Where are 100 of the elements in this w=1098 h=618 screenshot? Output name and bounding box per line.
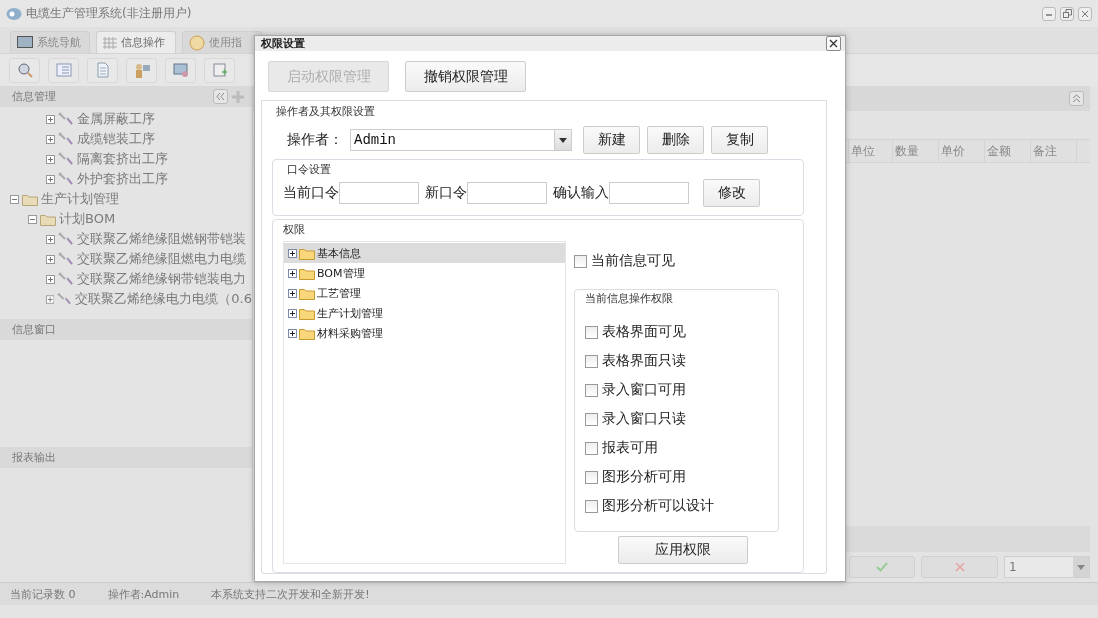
permission-checkbox[interactable]: 报表可用 [585, 438, 778, 458]
close-icon [954, 562, 965, 572]
list-icon [55, 62, 72, 78]
collapse-button[interactable] [213, 89, 228, 104]
tree-item[interactable]: 材料采购管理 [284, 323, 565, 343]
tree-item[interactable]: 工艺管理 [284, 283, 565, 303]
modify-button[interactable]: 修改 [703, 179, 760, 207]
tree-item[interactable]: 交联聚乙烯绝缘电力电缆（0.6 [75, 290, 252, 308]
wrench-icon [58, 132, 74, 146]
restore-icon [1062, 9, 1072, 18]
tree-item[interactable]: 隔离套挤出工序 [77, 150, 168, 168]
panel-title: 信息窗口 [12, 322, 57, 337]
form-icon [211, 62, 228, 78]
tree-item[interactable]: 交联聚乙烯绝缘阻燃钢带铠装 [77, 230, 246, 248]
section-title: 操作者及其权限设置 [276, 104, 376, 119]
document-icon [94, 62, 111, 78]
expand-icon[interactable] [288, 308, 297, 318]
double-chevron-up-icon [1072, 94, 1081, 103]
column-header: 金额 [984, 140, 1030, 162]
monitor-icon [172, 62, 189, 78]
wrench-icon [58, 272, 74, 286]
user-icon [133, 62, 150, 78]
close-button[interactable] [826, 36, 841, 51]
grid-icon [103, 36, 117, 49]
panel-title: 报表输出 [12, 450, 57, 465]
tree-item[interactable]: 成缆铠装工序 [77, 130, 155, 148]
toolbar-button[interactable] [126, 57, 157, 83]
minimize-button[interactable] [1042, 6, 1056, 21]
tree-item[interactable]: 生产计划管理 [41, 190, 119, 208]
action-button[interactable]: 新建 [583, 126, 640, 154]
tree-item[interactable]: 基本信息 [284, 243, 565, 263]
help-icon [189, 34, 205, 51]
monitor-icon [17, 36, 33, 49]
expand-icon[interactable] [288, 288, 297, 298]
check-icon [876, 562, 888, 572]
section-title: 当前信息操作权限 [585, 291, 674, 306]
page-select[interactable]: 1 [1004, 556, 1090, 578]
expand-icon[interactable] [288, 268, 297, 278]
apply-button[interactable]: 应用权限 [618, 536, 748, 564]
wrench-icon [58, 172, 74, 186]
tree-item[interactable]: 计划BOM [59, 210, 116, 228]
wrench-icon [58, 152, 74, 166]
folder-icon [299, 326, 315, 340]
wrench-icon [58, 112, 74, 126]
status-text: 当前记录数 0 [10, 586, 76, 602]
permission-checkbox[interactable]: 表格界面可见 [585, 322, 778, 342]
password-field[interactable] [467, 182, 547, 204]
tree-item[interactable]: 金属屏蔽工序 [77, 110, 155, 128]
permission-checkbox[interactable]: 图形分析可以设计 [585, 496, 778, 516]
folder-icon [22, 192, 38, 206]
password-field[interactable] [609, 182, 689, 204]
folder-icon [299, 266, 315, 280]
folder-icon [299, 286, 315, 300]
wrench-icon [58, 252, 74, 266]
wrench-icon [57, 292, 73, 306]
action-button[interactable]: 删除 [647, 126, 704, 154]
close-icon [1081, 9, 1089, 18]
section-title: 权限 [283, 222, 306, 237]
expand-icon[interactable] [288, 328, 297, 338]
collapse-icon[interactable] [28, 214, 37, 224]
caret-icon [559, 137, 567, 143]
section-title: 口令设置 [287, 162, 332, 177]
tab[interactable]: 信息操作 [96, 31, 176, 53]
restore-button[interactable] [1060, 6, 1074, 21]
permission-checkbox[interactable]: 图形分析可用 [585, 467, 778, 487]
logo-icon [6, 6, 22, 21]
collapse-button[interactable] [1069, 91, 1084, 106]
tree-item[interactable]: BOM管理 [284, 263, 565, 283]
toolbar-button[interactable] [165, 57, 196, 83]
permission-checkbox[interactable]: 表格界面只读 [585, 351, 778, 371]
tree-item[interactable]: 外护套挤出工序 [77, 170, 168, 188]
column-header: 备注 [1030, 140, 1076, 162]
field-label: 确认输入 [553, 184, 609, 202]
panel-title: 信息管理 [12, 89, 57, 104]
column-header: 单价 [938, 140, 984, 162]
expand-icon[interactable] [288, 248, 297, 258]
action-button[interactable]: 撤销权限管理 [405, 61, 526, 92]
dialog-title: 权限设置 [261, 36, 305, 51]
permission-checkbox[interactable]: 录入窗口只读 [585, 409, 778, 429]
action-button[interactable]: 复制 [711, 126, 768, 154]
tree-item[interactable]: 生产计划管理 [284, 303, 565, 323]
field-label: 当前口令 [283, 184, 339, 202]
column-header: 单位 [848, 140, 892, 162]
folder-icon [299, 306, 315, 320]
tree-item[interactable]: 交联聚乙烯绝缘钢带铠装电力 [77, 270, 246, 288]
visible-checkbox[interactable]: 当前信息可见 [574, 251, 675, 271]
caret-icon [1077, 564, 1085, 570]
toolbar-button[interactable] [9, 57, 40, 83]
permission-checkbox[interactable]: 录入窗口可用 [585, 380, 778, 400]
collapse-icon[interactable] [10, 194, 19, 204]
operator-select[interactable]: Admin [350, 129, 572, 151]
status-text: 本系统支持二次开发和全新开发! [211, 586, 370, 602]
wrench-icon [58, 232, 74, 246]
password-field[interactable] [339, 182, 419, 204]
tree-item[interactable]: 交联聚乙烯绝缘阻燃电力电缆 [77, 250, 246, 268]
window-title: 电缆生产管理系统(非注册用户) [26, 5, 193, 22]
column-header: 数量 [892, 140, 938, 162]
operator-label: 操作者： [287, 131, 343, 149]
folder-icon [299, 246, 315, 260]
field-label: 新口令 [425, 184, 467, 202]
